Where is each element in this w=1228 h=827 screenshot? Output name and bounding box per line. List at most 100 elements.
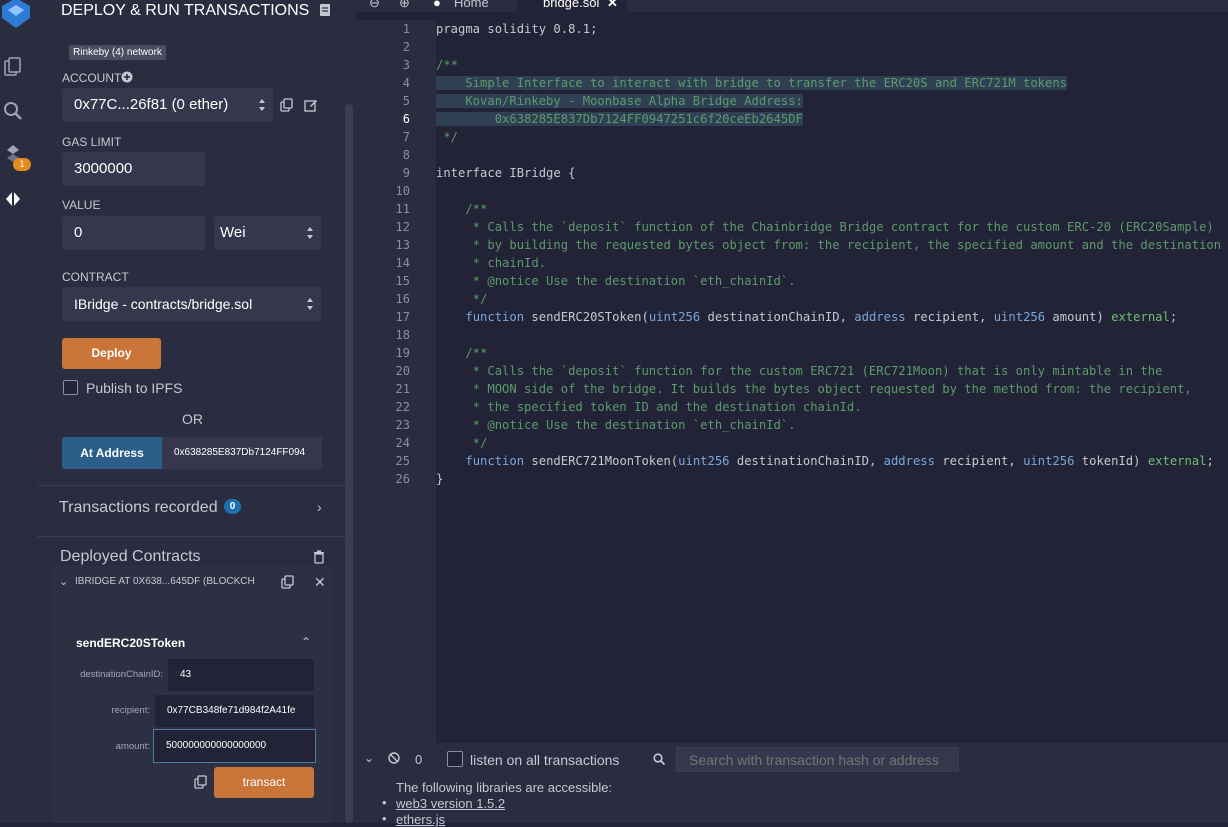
pending-tx-count: 0 (415, 752, 423, 767)
copy-icon[interactable] (281, 575, 294, 589)
code-line-text: * Calls the `deposit` function of the Ch… (436, 220, 1214, 234)
line-number: 25 (395, 454, 410, 468)
chevron-up-icon[interactable]: ⌃ (301, 635, 311, 649)
terminal-search-input[interactable] (676, 747, 959, 772)
transactions-recorded-section[interactable]: Transactions recorded 0 › (37, 485, 346, 537)
code-line-text: Simple Interface to interact with bridge… (436, 76, 1068, 90)
zoom-in-icon[interactable]: ⊕ (399, 0, 410, 12)
notification-badge: 1 (13, 158, 31, 171)
panel-title: DEPLOY & RUN TRANSACTIONS (61, 2, 310, 19)
code-token: ; (1206, 454, 1214, 468)
tab-label: bridge.sol (543, 0, 600, 10)
file-explorer-icon[interactable] (2, 56, 24, 78)
line-number: 10 (395, 184, 410, 198)
panel-scrollbar[interactable] (345, 104, 353, 823)
zoom-out-icon[interactable]: ⊖ (369, 0, 380, 12)
code-line-text: * @notice Use the destination `eth_chain… (436, 274, 796, 288)
line-number: 9 (402, 166, 410, 180)
deploy-button[interactable]: Deploy (62, 338, 161, 369)
listen-checkbox[interactable] (447, 751, 463, 767)
line-number: 23 (395, 418, 410, 432)
code-token: destinationChainID, (700, 310, 855, 324)
line-number: 16 (395, 292, 410, 306)
param-label: amount: (115, 741, 150, 752)
lib-link-ethers[interactable]: ethers.js (396, 812, 445, 827)
line-number: 7 (402, 130, 410, 144)
code-line-text: * chainId. (436, 256, 547, 270)
contract-select[interactable]: IBridge - contracts/bridge.sol (62, 287, 321, 321)
code-line-text: /** (436, 346, 488, 360)
transact-button[interactable]: transact (214, 767, 314, 798)
line-number: 15 (395, 274, 410, 288)
code-line: * the specified token ID and the destina… (436, 398, 862, 416)
code-line: Kovan/Rinkeby - Moonbase Alpha Bridge Ad… (436, 92, 803, 110)
lib-link-web3[interactable]: web3 version 1.5.2 (396, 796, 505, 811)
documentation-icon[interactable] (319, 3, 331, 17)
account-value: 0x77C...26f81 (0 ether) (74, 96, 229, 113)
code-line-text: * Calls the `deposit` function for the c… (436, 364, 1163, 378)
line-number: 4 (402, 76, 410, 90)
code-line-text: 0x638285E837Db7124FF0947251c6f20ceEb2645… (436, 112, 803, 126)
code-line: /** (436, 56, 458, 74)
at-address-input[interactable]: 0x638285E837Db7124FF094 (162, 437, 322, 469)
code-line-text: /** (436, 58, 459, 72)
amount-input[interactable]: 500000000000000000 (153, 729, 316, 763)
select-arrows-icon (307, 227, 313, 239)
line-number: 13 (395, 238, 410, 252)
destination-chain-id-input[interactable]: 43 (168, 659, 314, 691)
code-token: sendERC20SToken( (524, 310, 649, 324)
value-input[interactable]: 0 (62, 216, 205, 250)
line-number: 6 (402, 112, 410, 126)
code-line-text: */ (436, 436, 488, 450)
close-icon[interactable]: ✕ (607, 0, 618, 12)
recipient-input[interactable]: 0x77CB348fe71d984f2A41fe (155, 695, 314, 727)
value-unit: Wei (220, 224, 246, 241)
code-line: * @notice Use the destination `eth_chain… (436, 272, 796, 290)
code-line: /** (436, 344, 487, 362)
code-token: tokenId) (1074, 454, 1148, 468)
line-number: 14 (395, 256, 410, 270)
close-icon[interactable]: ✕ (314, 574, 326, 591)
add-account-icon[interactable] (121, 71, 133, 83)
code-keyword: function (465, 310, 525, 324)
code-token: destinationChainID, (729, 454, 884, 468)
line-number: 19 (395, 346, 410, 360)
code-line-text: * MOON side of the bridge. It builds the… (436, 382, 1192, 396)
code-keyword: external (1111, 310, 1170, 324)
code-line: * by building the requested bytes object… (436, 236, 1221, 254)
publish-ipfs-checkbox[interactable] (63, 380, 78, 395)
deploy-run-icon[interactable] (2, 188, 24, 210)
code-line: */ (436, 128, 458, 146)
line-number: 11 (395, 202, 410, 216)
remix-logo-icon[interactable] (0, 0, 34, 30)
contract-label: CONTRACT (62, 270, 129, 284)
line-number: 12 (395, 220, 410, 234)
line-number: 24 (395, 436, 410, 450)
at-address-button[interactable]: At Address (62, 437, 162, 469)
gas-limit-input[interactable]: 3000000 (62, 152, 205, 186)
copy-icon[interactable] (280, 98, 293, 112)
tab-bridge-sol[interactable]: bridge.sol ✕ (517, 0, 627, 12)
account-select[interactable]: 0x77C...26f81 (0 ether) (62, 88, 273, 122)
home-icon: ● (433, 0, 441, 10)
chevron-down-icon[interactable]: ⌄ (59, 575, 68, 588)
code-token: recipient, (935, 454, 1024, 468)
terminal-panel: ⌄ 0 listen on all transactions The follo… (357, 743, 1228, 827)
transactions-count-badge: 0 (224, 499, 241, 514)
chevron-right-icon: › (317, 499, 322, 515)
trash-icon[interactable] (313, 550, 325, 564)
edit-icon[interactable] (304, 98, 318, 112)
code-line-text: * the specified token ID and the destina… (436, 400, 862, 414)
icon-panel: 1 (0, 0, 37, 823)
network-badge: Rinkeby (4) network (69, 45, 166, 60)
search-icon[interactable] (2, 100, 24, 122)
clear-console-icon[interactable] (388, 752, 400, 764)
tab-home[interactable]: Home (454, 0, 489, 12)
code-line: * @notice Use the destination `eth_chain… (436, 416, 796, 434)
collapse-terminal-icon[interactable]: ⌄ (364, 751, 374, 765)
line-number: 2 (402, 40, 410, 54)
code-token: amount) (1045, 310, 1112, 324)
copy-icon[interactable] (194, 775, 207, 789)
value-unit-select[interactable]: Wei (214, 216, 321, 250)
line-number: 21 (395, 382, 410, 396)
